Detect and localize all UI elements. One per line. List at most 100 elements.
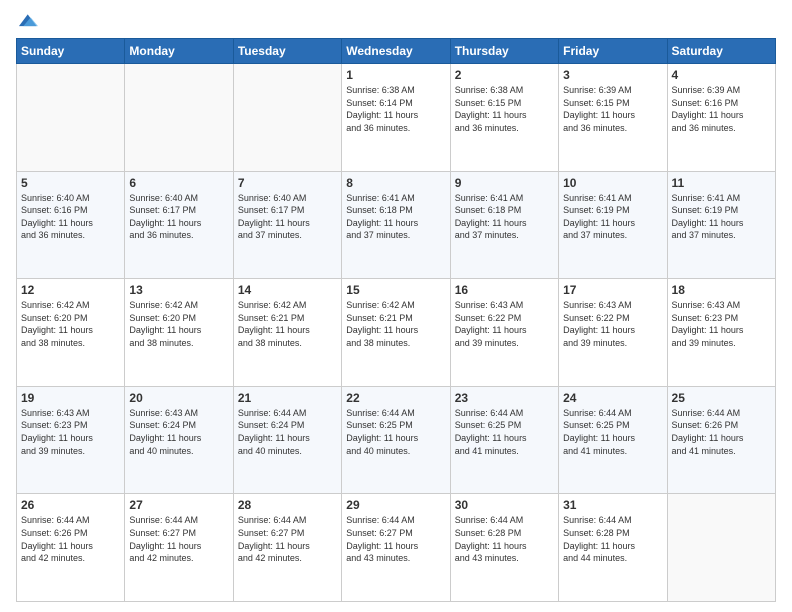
calendar-week-row: 5 Sunrise: 6:40 AM Sunset: 6:16 PM Daylig… (17, 171, 776, 279)
day-info: Sunrise: 6:44 AM Sunset: 6:27 PM Dayligh… (129, 514, 228, 564)
calendar-cell: 13 Sunrise: 6:42 AM Sunset: 6:20 PM Dayli… (125, 279, 233, 387)
day-number: 28 (238, 498, 337, 512)
calendar-cell: 23 Sunrise: 6:44 AM Sunset: 6:25 PM Dayli… (450, 386, 558, 494)
calendar-week-row: 19 Sunrise: 6:43 AM Sunset: 6:23 PM Dayli… (17, 386, 776, 494)
day-number: 22 (346, 391, 445, 405)
day-number: 9 (455, 176, 554, 190)
day-info: Sunrise: 6:44 AM Sunset: 6:26 PM Dayligh… (672, 407, 771, 457)
calendar-cell: 5 Sunrise: 6:40 AM Sunset: 6:16 PM Daylig… (17, 171, 125, 279)
calendar-cell: 19 Sunrise: 6:43 AM Sunset: 6:23 PM Dayli… (17, 386, 125, 494)
day-info: Sunrise: 6:43 AM Sunset: 6:22 PM Dayligh… (455, 299, 554, 349)
day-number: 16 (455, 283, 554, 297)
calendar-cell: 15Sunrise: 6:42 AM Sunset: 6:21 PM Dayli… (342, 279, 450, 387)
calendar-header-cell: Thursday (450, 39, 558, 64)
day-info: Sunrise: 6:42 AM Sunset: 6:20 PM Dayligh… (129, 299, 228, 349)
calendar-cell: 14 Sunrise: 6:42 AM Sunset: 6:21 PM Dayli… (233, 279, 341, 387)
calendar-cell: 21Sunrise: 6:44 AM Sunset: 6:24 PM Dayli… (233, 386, 341, 494)
day-info: Sunrise: 6:44 AM Sunset: 6:25 PM Dayligh… (563, 407, 662, 457)
day-info: Sunrise: 6:42 AM Sunset: 6:20 PM Dayligh… (21, 299, 120, 349)
day-info: Sunrise: 6:44 AM Sunset: 6:24 PM Dayligh… (238, 407, 337, 457)
day-number: 27 (129, 498, 228, 512)
calendar-header-cell: Saturday (667, 39, 775, 64)
logo-icon (16, 10, 38, 32)
calendar-cell: 25Sunrise: 6:44 AM Sunset: 6:26 PM Dayli… (667, 386, 775, 494)
day-number: 6 (129, 176, 228, 190)
day-info: Sunrise: 6:39 AM Sunset: 6:15 PM Dayligh… (563, 84, 662, 134)
day-info: Sunrise: 6:41 AM Sunset: 6:18 PM Dayligh… (346, 192, 445, 242)
day-info: Sunrise: 6:44 AM Sunset: 6:27 PM Dayligh… (238, 514, 337, 564)
calendar-header-cell: Tuesday (233, 39, 341, 64)
day-number: 26 (21, 498, 120, 512)
day-info: Sunrise: 6:42 AM Sunset: 6:21 PM Dayligh… (238, 299, 337, 349)
day-info: Sunrise: 6:44 AM Sunset: 6:27 PM Dayligh… (346, 514, 445, 564)
day-info: Sunrise: 6:40 AM Sunset: 6:17 PM Dayligh… (238, 192, 337, 242)
calendar-cell: 7 Sunrise: 6:40 AM Sunset: 6:17 PM Daylig… (233, 171, 341, 279)
calendar-table: SundayMondayTuesdayWednesdayThursdayFrid… (16, 38, 776, 602)
calendar-cell: 10Sunrise: 6:41 AM Sunset: 6:19 PM Dayli… (559, 171, 667, 279)
day-number: 5 (21, 176, 120, 190)
day-info: Sunrise: 6:43 AM Sunset: 6:22 PM Dayligh… (563, 299, 662, 349)
calendar-cell: 1 Sunrise: 6:38 AM Sunset: 6:14 PM Daylig… (342, 64, 450, 172)
calendar-body: 1 Sunrise: 6:38 AM Sunset: 6:14 PM Daylig… (17, 64, 776, 602)
day-number: 7 (238, 176, 337, 190)
calendar-cell: 3Sunrise: 6:39 AM Sunset: 6:15 PM Daylig… (559, 64, 667, 172)
day-number: 23 (455, 391, 554, 405)
calendar-cell: 26 Sunrise: 6:44 AM Sunset: 6:26 PM Dayli… (17, 494, 125, 602)
logo (16, 10, 40, 32)
calendar-header-cell: Monday (125, 39, 233, 64)
calendar-cell (667, 494, 775, 602)
day-info: Sunrise: 6:41 AM Sunset: 6:18 PM Dayligh… (455, 192, 554, 242)
day-number: 31 (563, 498, 662, 512)
day-info: Sunrise: 6:39 AM Sunset: 6:16 PM Dayligh… (672, 84, 771, 134)
day-info: Sunrise: 6:44 AM Sunset: 6:25 PM Dayligh… (455, 407, 554, 457)
calendar-cell (233, 64, 341, 172)
calendar-cell (17, 64, 125, 172)
day-info: Sunrise: 6:38 AM Sunset: 6:14 PM Dayligh… (346, 84, 445, 134)
day-number: 29 (346, 498, 445, 512)
day-info: Sunrise: 6:44 AM Sunset: 6:28 PM Dayligh… (455, 514, 554, 564)
calendar-cell: 8 Sunrise: 6:41 AM Sunset: 6:18 PM Daylig… (342, 171, 450, 279)
day-number: 4 (672, 68, 771, 82)
calendar-cell: 12Sunrise: 6:42 AM Sunset: 6:20 PM Dayli… (17, 279, 125, 387)
day-info: Sunrise: 6:44 AM Sunset: 6:25 PM Dayligh… (346, 407, 445, 457)
calendar-cell: 27 Sunrise: 6:44 AM Sunset: 6:27 PM Dayli… (125, 494, 233, 602)
calendar-cell: 4 Sunrise: 6:39 AM Sunset: 6:16 PM Daylig… (667, 64, 775, 172)
calendar-header-row: SundayMondayTuesdayWednesdayThursdayFrid… (17, 39, 776, 64)
day-info: Sunrise: 6:40 AM Sunset: 6:16 PM Dayligh… (21, 192, 120, 242)
calendar-cell: 2 Sunrise: 6:38 AM Sunset: 6:15 PM Daylig… (450, 64, 558, 172)
day-info: Sunrise: 6:40 AM Sunset: 6:17 PM Dayligh… (129, 192, 228, 242)
day-info: Sunrise: 6:41 AM Sunset: 6:19 PM Dayligh… (672, 192, 771, 242)
day-info: Sunrise: 6:44 AM Sunset: 6:26 PM Dayligh… (21, 514, 120, 564)
calendar-cell: 6 Sunrise: 6:40 AM Sunset: 6:17 PM Daylig… (125, 171, 233, 279)
calendar-header-cell: Friday (559, 39, 667, 64)
day-number: 11 (672, 176, 771, 190)
day-info: Sunrise: 6:41 AM Sunset: 6:19 PM Dayligh… (563, 192, 662, 242)
calendar-cell: 24 Sunrise: 6:44 AM Sunset: 6:25 PM Dayli… (559, 386, 667, 494)
day-number: 8 (346, 176, 445, 190)
calendar-cell: 11 Sunrise: 6:41 AM Sunset: 6:19 PM Dayli… (667, 171, 775, 279)
day-number: 14 (238, 283, 337, 297)
day-info: Sunrise: 6:43 AM Sunset: 6:23 PM Dayligh… (672, 299, 771, 349)
calendar-cell: 18Sunrise: 6:43 AM Sunset: 6:23 PM Dayli… (667, 279, 775, 387)
calendar-cell (125, 64, 233, 172)
calendar-cell: 17Sunrise: 6:43 AM Sunset: 6:22 PM Dayli… (559, 279, 667, 387)
day-number: 24 (563, 391, 662, 405)
day-number: 19 (21, 391, 120, 405)
calendar-cell: 9 Sunrise: 6:41 AM Sunset: 6:18 PM Daylig… (450, 171, 558, 279)
calendar-cell: 29 Sunrise: 6:44 AM Sunset: 6:27 PM Dayli… (342, 494, 450, 602)
day-info: Sunrise: 6:43 AM Sunset: 6:23 PM Dayligh… (21, 407, 120, 457)
calendar-week-row: 12Sunrise: 6:42 AM Sunset: 6:20 PM Dayli… (17, 279, 776, 387)
day-number: 2 (455, 68, 554, 82)
day-number: 13 (129, 283, 228, 297)
calendar-cell: 22 Sunrise: 6:44 AM Sunset: 6:25 PM Dayli… (342, 386, 450, 494)
day-info: Sunrise: 6:38 AM Sunset: 6:15 PM Dayligh… (455, 84, 554, 134)
day-number: 20 (129, 391, 228, 405)
calendar-cell: 28 Sunrise: 6:44 AM Sunset: 6:27 PM Dayli… (233, 494, 341, 602)
day-number: 1 (346, 68, 445, 82)
calendar-cell: 31Sunrise: 6:44 AM Sunset: 6:28 PM Dayli… (559, 494, 667, 602)
day-info: Sunrise: 6:43 AM Sunset: 6:24 PM Dayligh… (129, 407, 228, 457)
day-number: 15 (346, 283, 445, 297)
calendar-cell: 30Sunrise: 6:44 AM Sunset: 6:28 PM Dayli… (450, 494, 558, 602)
calendar-week-row: 1 Sunrise: 6:38 AM Sunset: 6:14 PM Daylig… (17, 64, 776, 172)
header (16, 10, 776, 32)
